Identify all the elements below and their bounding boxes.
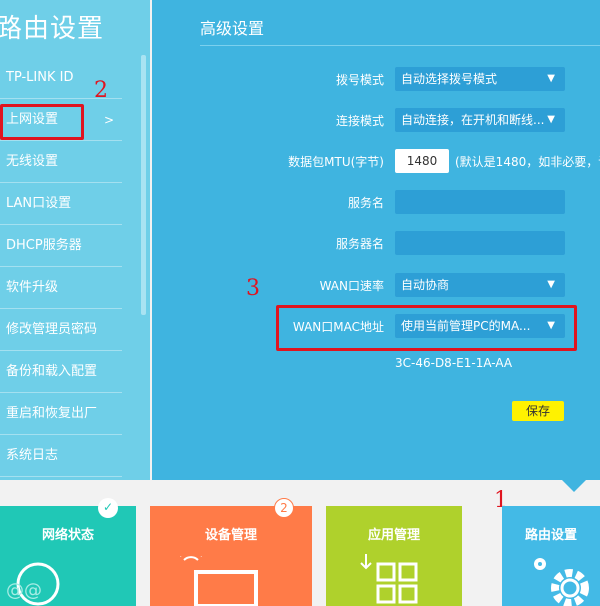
sidebar-item-dhcp[interactable]: DHCP服务器 (0, 225, 122, 267)
sidebar-item-firmware[interactable]: 软件升级 (0, 267, 122, 309)
service-name-row: 服务名 (152, 190, 600, 214)
gear-icon (534, 558, 589, 606)
caret-down-icon: ▼ (547, 114, 555, 125)
check-badge-icon: ✓ (98, 498, 118, 518)
service-name-label: 服务名 (347, 196, 384, 210)
page-title: 高级设置 (200, 19, 265, 38)
connect-mode-value: 自动连接，在开机和断线... (401, 113, 545, 127)
server-name-label: 服务器名 (335, 237, 384, 251)
annotation-number-2: 2 (94, 78, 108, 103)
tile-network-status[interactable]: 网络状态 ✓ @@ (0, 498, 136, 606)
sidebar-item-password[interactable]: 修改管理员密码 (0, 309, 122, 351)
connect-mode-row: 连接模式 自动连接，在开机和断线... ▼ (152, 108, 600, 132)
mtu-row: 数据包MTU(字节) 1480 (默认是1480，如非必要，请 (152, 149, 600, 173)
mtu-input[interactable]: 1480 (395, 149, 449, 173)
mac-address-text: 3C-46-D8-E1-1A-AA (395, 356, 513, 370)
sidebar-item-lan[interactable]: LAN口设置 (0, 183, 122, 225)
dial-mode-label: 拨号模式 (335, 73, 384, 87)
wan-speed-select[interactable]: 自动协商 ▼ (395, 273, 565, 297)
tile-label: 应用管理 (367, 528, 420, 543)
chevron-right-icon: > (103, 113, 114, 127)
mtu-hint: (默认是1480，如非必要，请 (455, 155, 600, 169)
wan-speed-value: 自动协商 (401, 278, 450, 292)
tile-label: 设备管理 (204, 528, 257, 543)
dial-mode-value: 自动选择拨号模式 (401, 72, 498, 86)
annotation-number-3: 3 (246, 276, 260, 301)
dial-mode-select[interactable]: 自动选择拨号模式 ▼ (395, 67, 565, 91)
title-divider (200, 45, 600, 46)
connect-mode-select[interactable]: 自动连接，在开机和断线... ▼ (395, 108, 565, 132)
advanced-settings-panel: 高级设置 拨号模式 自动选择拨号模式 ▼ 连接模式 自动连接，在开机和断线...… (152, 0, 600, 480)
sidebar-item-label: DHCP服务器 (6, 238, 82, 253)
mtu-label: 数据包MTU(字节) (288, 155, 384, 169)
device-count-badge: 2 (274, 498, 294, 518)
sidebar-title: 路由设置 (0, 14, 105, 44)
sidebar: 路由设置 TP-LINK ID 上网设置 > 无线设置 LAN口设置 DHCP服务… (0, 0, 150, 480)
caret-down-icon: ▼ (547, 279, 555, 290)
dial-mode-row: 拨号模式 自动选择拨号模式 ▼ (152, 67, 600, 91)
wan-speed-row: WAN口速率 自动协商 ▼ (152, 273, 600, 297)
sidebar-item-label: 备份和载入配置 (6, 364, 98, 379)
sidebar-item-syslog[interactable]: 系统日志 (0, 435, 122, 477)
tile-device-management[interactable]: 设备管理 2 (150, 498, 312, 606)
wan-speed-label: WAN口速率 (319, 279, 384, 293)
tile-app-management[interactable]: 应用管理 (326, 506, 462, 606)
sidebar-item-label: 软件升级 (6, 280, 59, 295)
sidebar-item-backup[interactable]: 备份和载入配置 (0, 351, 122, 393)
active-tile-pointer (562, 480, 586, 492)
service-name-input[interactable] (395, 190, 565, 214)
tile-label: 网络状态 (41, 528, 94, 543)
sidebar-item-label: 无线设置 (6, 154, 59, 169)
highlight-box-wan-mac (276, 305, 577, 351)
sidebar-item-label: TP-LINK ID (6, 70, 74, 85)
server-name-row: 服务器名 (152, 231, 600, 255)
save-button[interactable]: 保存 (512, 401, 564, 421)
sidebar-item-wireless[interactable]: 无线设置 (0, 141, 122, 183)
connect-mode-label: 连接模式 (335, 114, 384, 128)
sidebar-item-reboot[interactable]: 重启和恢复出厂 (0, 393, 122, 435)
laptop-icon (180, 556, 258, 606)
sidebar-item-label: 系统日志 (6, 448, 59, 463)
globe-icon: @@ (6, 562, 60, 606)
sidebar-item-label: 修改管理员密码 (6, 322, 98, 337)
highlight-box-internet-settings (0, 104, 84, 140)
svg-text:@@: @@ (6, 580, 42, 601)
tile-label: 路由设置 (524, 528, 577, 543)
sidebar-scrollbar[interactable] (141, 55, 146, 315)
tile-router-settings[interactable]: 路由设置 (502, 506, 600, 606)
sidebar-item-label: LAN口设置 (6, 196, 72, 211)
sidebar-item-label: 重启和恢复出厂 (6, 406, 98, 421)
server-name-input[interactable] (395, 231, 565, 255)
caret-down-icon: ▼ (547, 73, 555, 84)
apps-grid-icon (360, 554, 418, 604)
